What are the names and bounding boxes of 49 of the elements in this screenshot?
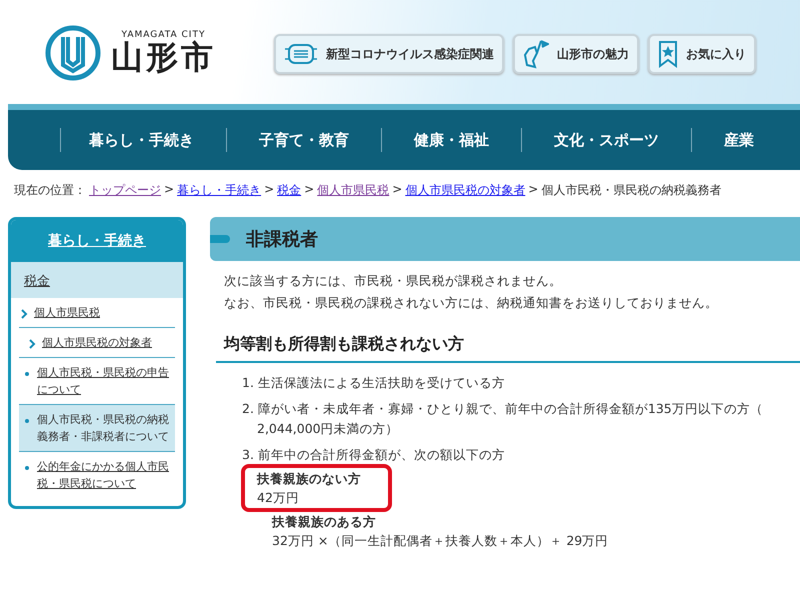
section-heading: 均等割も所得割も課税されない方 [216, 334, 800, 363]
sidebar-item[interactable]: 公的年金にかかる個人市民税・県民税について [19, 452, 175, 498]
page-title: 非課税者 [246, 228, 318, 251]
map-flag-icon [523, 39, 549, 69]
nav-link[interactable]: 産業 [691, 128, 786, 152]
bullet-icon [25, 372, 29, 376]
breadcrumb-link[interactable]: トップページ [89, 182, 161, 199]
mask-icon [284, 43, 318, 65]
sidebar-item[interactable]: 個人市県民税 [19, 298, 175, 328]
breadcrumb-separator: > [304, 182, 314, 198]
logo-title: 山形市 [111, 40, 216, 76]
nav-link[interactable]: 健康・福祉 [381, 128, 521, 152]
list-item-text: 2. 障がい者・未成年者・寡婦・ひとり親で、前年中の合計所得金額が135万円以下の方（ [242, 400, 764, 418]
header-button[interactable]: お気に入り [648, 34, 756, 74]
list-item-text: 3. 前年中の合計所得金額が、次の額以下の方 [242, 446, 506, 464]
breadcrumb-link[interactable]: 個人市県民税 [317, 182, 390, 199]
amount-text: 42万円 [257, 489, 300, 507]
bullet-icon [25, 419, 29, 423]
header-button[interactable]: 新型コロナウイルス感染症関連 [274, 34, 504, 74]
sidebar-section-link[interactable]: 税金 [24, 274, 50, 289]
nav-link[interactable]: 子育て・教育 [226, 128, 381, 152]
chevron-icon [21, 309, 28, 319]
nav-link[interactable]: 文化・スポーツ [521, 128, 691, 152]
logo-subtitle: YAMAGATA CITY [122, 30, 206, 40]
breadcrumb-separator: > [528, 182, 538, 198]
chevron-icon [29, 339, 36, 349]
breadcrumb-link[interactable]: 暮らし・手続き [177, 182, 262, 199]
list-item-text: 2,044,000円未満の方） [256, 420, 400, 438]
intro-text: 次に該当する方には、市民税・県民税が課税されません。 [224, 273, 563, 290]
condition-label: 扶養親族のない方 [257, 470, 362, 488]
list-item-text: 1. 生活保護法による生活扶助を受けている方 [242, 374, 506, 392]
breadcrumb-link[interactable]: 個人市県民税の対象者 [405, 182, 526, 199]
bookmark-star-icon [658, 40, 678, 68]
breadcrumb-separator: > [264, 182, 274, 198]
breadcrumb-current: 個人市民税・県民税の納税義務者 [541, 182, 722, 199]
sidebar-item[interactable]: 個人市県民税の対象者 [19, 328, 175, 358]
bullet-icon [25, 466, 29, 470]
nav-link[interactable]: 暮らし・手続き [60, 128, 226, 152]
condition-label: 扶養親族のある方 [272, 513, 377, 531]
intro-text: なお、市民税・県民税の課税されない方には、納税通知書をお送りしておりません。 [224, 295, 719, 312]
breadcrumb-separator: > [164, 182, 174, 198]
header-button[interactable]: 山形市の魅力 [513, 34, 639, 74]
amount-text: 32万円 ×（同一生計配偶者＋扶養人数＋本人）＋ 29万円 [272, 532, 610, 550]
title-marker [210, 235, 230, 243]
breadcrumb-label: 現在の位置： [14, 182, 86, 199]
sidebar-item[interactable]: 個人市民税・県民税の納税義務者・非課税者について [19, 405, 175, 452]
breadcrumb-separator: > [392, 182, 402, 198]
breadcrumb-link[interactable]: 税金 [277, 182, 302, 199]
city-emblem-icon [45, 25, 101, 81]
